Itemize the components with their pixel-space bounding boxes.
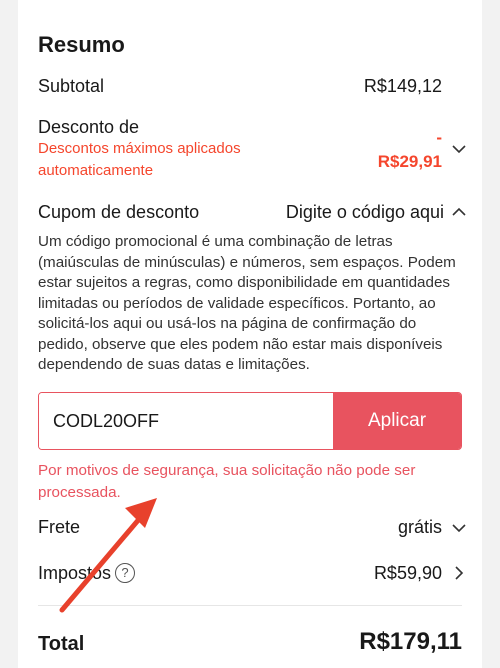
discount-value: - R$29,91 <box>377 128 442 171</box>
taxes-label: Impostos <box>38 563 112 583</box>
subtotal-label: Subtotal <box>38 76 105 96</box>
taxes-value: R$59,90 <box>373 563 442 583</box>
total-label: Total <box>38 633 85 655</box>
coupon-input[interactable] <box>39 393 333 449</box>
chevron-down-icon[interactable] <box>450 519 468 537</box>
subtotal-value: R$149,12 <box>363 76 442 96</box>
total-value: R$179,11 <box>359 628 462 655</box>
coupon-action[interactable]: Digite o código aqui <box>286 202 444 223</box>
coupon-label: Cupom de desconto <box>38 202 200 222</box>
coupon-description: Um código promocional é uma combinação d… <box>38 233 456 373</box>
help-icon[interactable]: ? <box>115 563 136 583</box>
chevron-right-icon[interactable] <box>450 564 468 582</box>
taxes-row-label: Impostos? <box>38 563 136 584</box>
summary-title: Resumo <box>38 32 125 57</box>
shipping-label: Frete <box>38 517 81 537</box>
discount-label: Desconto de <box>38 117 140 137</box>
divider <box>38 605 462 606</box>
discount-note: Descontos máximos aplicados automaticame… <box>38 140 241 179</box>
error-message: Por motivos de segurança, sua solicitaçã… <box>38 462 416 501</box>
shipping-value: grátis <box>397 517 442 537</box>
chevron-up-icon[interactable] <box>450 203 468 221</box>
coupon-field-group: Aplicar <box>38 392 462 450</box>
order-summary-card: Resumo Subtotal R$149,12 Desconto de Des… <box>18 0 482 668</box>
apply-button[interactable]: Aplicar <box>333 393 461 449</box>
chevron-down-icon[interactable] <box>450 140 468 158</box>
